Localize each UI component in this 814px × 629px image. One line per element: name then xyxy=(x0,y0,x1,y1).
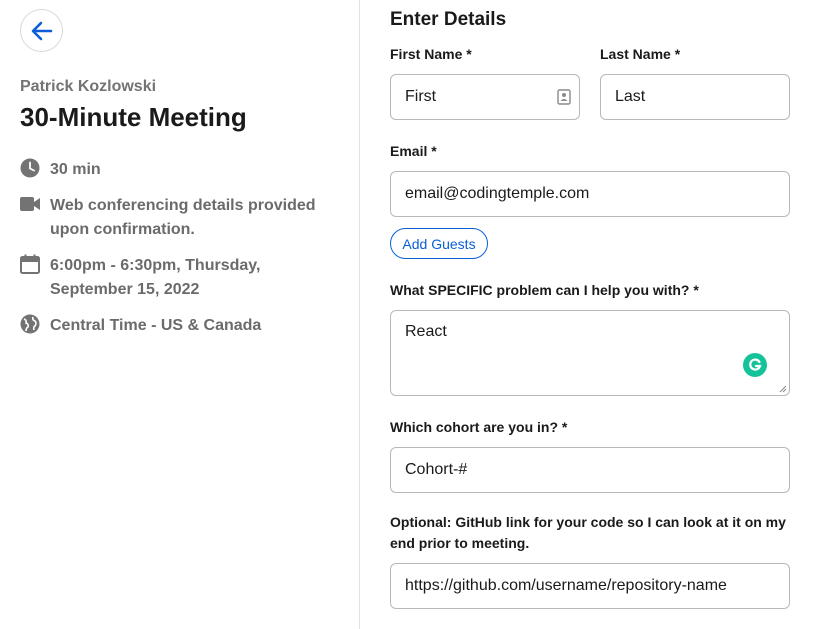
clock-icon xyxy=(20,158,40,178)
back-arrow-icon xyxy=(31,21,52,40)
datetime-text: 6:00pm - 6:30pm, Thursday, September 15,… xyxy=(50,257,261,298)
host-name: Patrick Kozlowski xyxy=(20,78,157,95)
problem-value: React xyxy=(405,323,447,340)
globe-icon xyxy=(20,314,40,334)
email-label: Email * xyxy=(390,143,437,159)
form-title: Enter Details xyxy=(390,9,507,30)
cohort-label: Which cohort are you in? * xyxy=(390,419,568,435)
github-link-value: https://github.com/username/repository-n… xyxy=(405,577,727,594)
add-guests-button[interactable]: Add Guests xyxy=(390,228,488,259)
video-camera-icon xyxy=(20,197,40,211)
last-name-label: Last Name * xyxy=(600,46,681,62)
email-value: email@codingtemple.com xyxy=(405,185,590,202)
first-name-input[interactable]: First xyxy=(390,74,580,120)
first-name-label: First Name * xyxy=(390,46,472,62)
cohort-input[interactable]: Cohort-# xyxy=(390,447,790,493)
email-input[interactable]: email@codingtemple.com xyxy=(390,171,790,217)
last-name-input[interactable]: Last xyxy=(600,74,790,120)
back-button[interactable] xyxy=(20,9,63,52)
conferencing-text: Web conferencing details provided upon c… xyxy=(50,197,316,238)
github-link-input[interactable]: https://github.com/username/repository-n… xyxy=(390,563,790,609)
timezone-row: Central Time - US & Canada xyxy=(20,314,261,338)
last-name-value: Last xyxy=(615,88,646,105)
conferencing-row: Web conferencing details provided upon c… xyxy=(20,194,316,242)
event-title: 30-Minute Meeting xyxy=(20,102,247,132)
github-label: Optional: GitHub link for your code so I… xyxy=(390,514,786,551)
resize-handle-icon[interactable] xyxy=(779,385,787,393)
datetime-row: 6:00pm - 6:30pm, Thursday, September 15,… xyxy=(20,254,260,302)
problem-label: What SPECIFIC problem can I help you wit… xyxy=(390,282,699,298)
problem-textarea[interactable]: React xyxy=(390,310,790,396)
timezone-text: Central Time - US & Canada xyxy=(50,317,262,334)
grammarly-icon[interactable] xyxy=(743,353,767,377)
event-details-panel: Patrick Kozlowski 30-Minute Meeting 30 m… xyxy=(0,0,360,629)
duration-text: 30 min xyxy=(50,161,101,178)
cohort-value: Cohort-# xyxy=(405,461,468,478)
calendar-icon xyxy=(20,254,40,274)
duration-row: 30 min xyxy=(20,158,101,182)
contact-card-icon[interactable] xyxy=(557,89,571,105)
first-name-value: First xyxy=(405,88,437,105)
grammarly-g-icon xyxy=(749,358,762,371)
